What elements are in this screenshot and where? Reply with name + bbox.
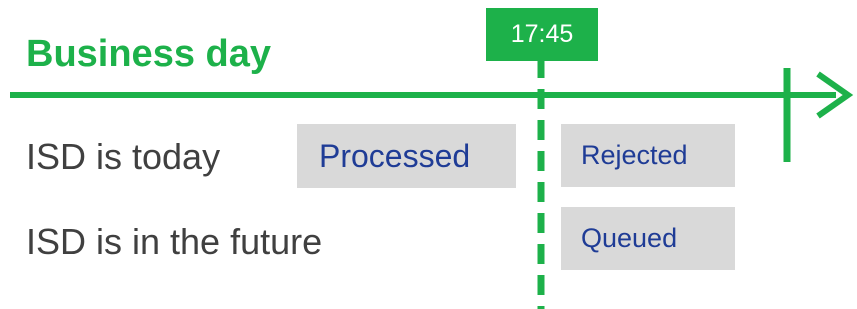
row-label-today: ISD is today [26, 136, 221, 177]
status-queued-box: Queued [561, 207, 735, 270]
cutoff-time-badge: 17:45 [486, 8, 598, 61]
row-label-future: ISD is in the future [26, 221, 323, 262]
diagram-title: Business day [26, 33, 271, 75]
business-day-diagram: { "title": "Business day", "cutoff_time"… [0, 0, 857, 309]
status-rejected-box: Rejected [561, 124, 735, 187]
status-processed-box: Processed [297, 124, 516, 188]
